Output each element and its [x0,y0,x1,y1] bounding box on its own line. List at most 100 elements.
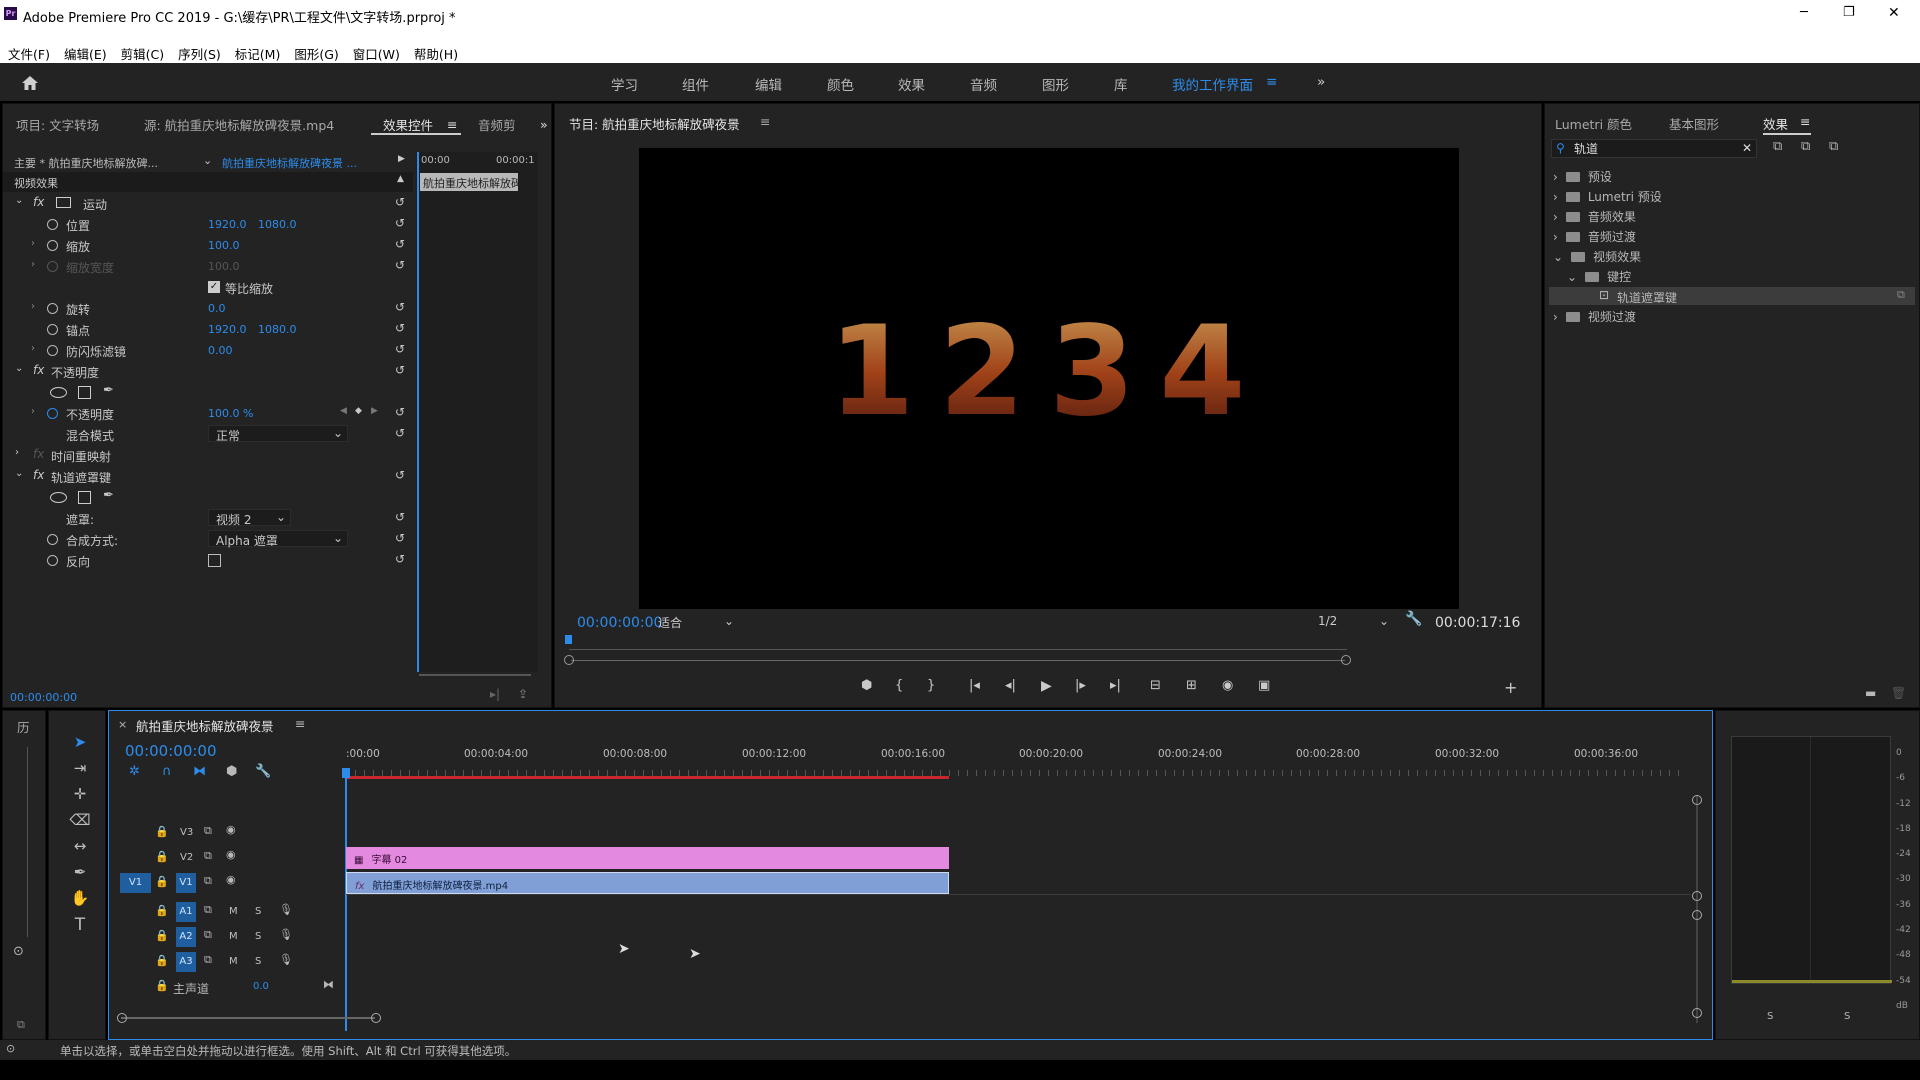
reset-icon[interactable]: ↺ [395,342,405,356]
twirl-icon[interactable]: › [31,301,35,312]
workspace-editing[interactable]: 编辑 [755,74,782,94]
workspace-audio[interactable]: 音频 [970,74,997,94]
menu-help[interactable]: 帮助(H) [414,44,458,63]
pen-mask-icon[interactable]: ✒ [103,488,114,503]
opacity-effect[interactable]: ⌄ fx 不透明度 ↺ [3,361,413,381]
reset-icon[interactable]: ↺ [395,258,405,272]
lift-icon[interactable]: ⊟ [1150,678,1161,693]
lock-icon[interactable]: 🔒 [155,979,169,992]
twirl-icon[interactable]: › [31,406,35,417]
twirl-icon[interactable]: › [31,343,35,354]
transform-icon[interactable] [56,197,71,208]
reset-icon[interactable]: ↺ [395,237,405,251]
mark-in-icon[interactable]: { [895,678,903,693]
stopwatch-icon[interactable] [47,303,58,314]
opacity-value[interactable]: 100.0 % [208,407,253,420]
timeline-timecode[interactable]: 00:00:00:00 [125,742,217,760]
track-label[interactable]: A3 [176,952,196,972]
play-icon[interactable]: ▶ [1041,678,1052,694]
twirl-icon[interactable]: › [31,238,35,249]
sync-lock-icon[interactable]: ⧉ [204,928,212,942]
solo-button[interactable]: S [255,956,261,967]
reset-icon[interactable]: ↺ [395,510,405,524]
pen-mask-icon[interactable]: ✒ [103,383,114,398]
tab-history[interactable]: 历 [17,717,30,736]
lock-icon[interactable]: 🔒 [155,875,169,888]
microphone-icon[interactable]: 🎙 [279,953,293,966]
add-keyframe-icon[interactable]: ◆ [355,406,362,416]
eye-icon[interactable]: ◉ [226,823,236,836]
tab-project[interactable]: 项目: 文字转场 [16,115,99,134]
track-select-tool-icon[interactable]: ⇥ [69,759,91,781]
expand-chevron-icon[interactable]: › [15,447,19,458]
ellipse-mask-icon[interactable] [50,387,67,398]
clip-v1-video[interactable]: fx 航拍重庆地标解放碑夜景.mp4 [346,872,949,894]
work-area-bar[interactable] [346,776,949,779]
sync-lock-icon[interactable]: ⧉ [204,953,212,967]
linked-selection-icon[interactable]: ⧓ [193,764,206,779]
go-to-end-icon[interactable]: ▸| [490,687,500,701]
ec-timecode[interactable]: 00:00:00:00 [10,691,77,704]
minimize-button[interactable]: ─ [1800,5,1808,20]
reset-icon[interactable]: ↺ [395,552,405,566]
clear-search-icon[interactable]: ✕ [1742,141,1752,155]
restore-button[interactable]: ❐ [1843,5,1855,20]
history-list[interactable] [27,747,33,937]
microphone-icon[interactable]: 🎙 [279,928,293,941]
go-to-out-icon[interactable]: ▸| [1110,678,1121,693]
stopwatch-icon[interactable] [47,324,58,335]
rectangle-mask-icon[interactable] [78,386,91,399]
sequence-clip-label[interactable]: 航拍重庆地标解放碑夜景 ... [222,155,357,171]
workspace-learn[interactable]: 学习 [611,74,638,94]
step-back-icon[interactable]: ◂| [1005,678,1016,693]
sync-lock-icon[interactable]: ⧉ [204,849,212,863]
reset-icon[interactable]: ↺ [395,321,405,335]
matte-dropdown[interactable]: 视频 2 ⌄ [208,509,291,527]
add-marker-icon[interactable]: ⬢ [226,764,237,779]
eye-icon[interactable]: ◉ [226,848,236,861]
track-label[interactable]: A2 [176,927,196,947]
composite-dropdown[interactable]: Alpha 遮罩 ⌄ [208,530,348,548]
workspace-color[interactable]: 颜色 [827,74,854,94]
stopwatch-icon[interactable] [47,219,58,230]
selection-tool-icon[interactable]: ➤ [69,733,91,755]
tree-item-keying[interactable]: ⌄ 键控 [1567,268,1631,285]
program-monitor-title[interactable]: 节目: 航拍重庆地标解放碑夜景 [569,114,740,133]
chevron-down-icon[interactable]: ⌄ [203,154,212,167]
solo-button[interactable]: S [255,906,261,917]
ec-playhead[interactable] [417,152,419,672]
reset-icon[interactable]: ↺ [395,300,405,314]
fx-badge-icon[interactable]: fx [33,195,44,209]
eye-icon[interactable]: ◉ [226,873,236,886]
meter-solo-right[interactable]: S [1844,1011,1850,1022]
mark-out-icon[interactable]: } [927,678,935,693]
export-frame-icon[interactable]: ◉ [1222,678,1233,693]
reset-icon[interactable]: ↺ [395,405,405,419]
menu-window[interactable]: 窗口(W) [353,44,400,63]
lock-icon[interactable]: 🔒 [155,954,169,967]
program-timecode[interactable]: 00:00:00:00 [577,615,662,631]
menu-graphics[interactable]: 图形(G) [294,44,338,63]
compare-view-icon[interactable]: ▣ [1258,678,1270,693]
stopwatch-icon[interactable] [47,345,58,356]
zoom-handle-right[interactable] [371,1013,381,1023]
accelerated-effects-icon[interactable]: ⧉ [1773,139,1782,154]
vertical-scrollbar[interactable] [1692,795,1702,1023]
scroll-handle[interactable] [1692,1008,1702,1018]
rotation-value[interactable]: 0.0 [208,302,226,315]
program-time-ruler[interactable] [569,642,1347,650]
solo-button[interactable]: S [255,931,261,942]
resolution-dropdown[interactable]: 1/2 ⌄ [1313,612,1393,630]
history-item-icon[interactable]: ⊙ [13,944,24,959]
tree-item-lumetri-presets[interactable]: › Lumetri 预设 [1553,188,1662,205]
workspace-libraries[interactable]: 库 [1114,74,1128,94]
tab-menu-icon[interactable]: ≡ [447,117,457,132]
scroll-up-icon[interactable]: ▲ [397,174,404,184]
menu-marker[interactable]: 标记(M) [235,44,281,63]
clip-v2-subtitle[interactable]: ▦ 字幕 02 [346,847,949,869]
go-to-end-icon[interactable]: ⧓ [323,978,334,991]
motion-effect[interactable]: ⌄ fx 运动 ↺ [3,193,413,213]
lock-icon[interactable]: 🔒 [155,904,169,917]
effects-search-input[interactable] [1574,141,1734,156]
menu-sequence[interactable]: 序列(S) [178,44,221,63]
